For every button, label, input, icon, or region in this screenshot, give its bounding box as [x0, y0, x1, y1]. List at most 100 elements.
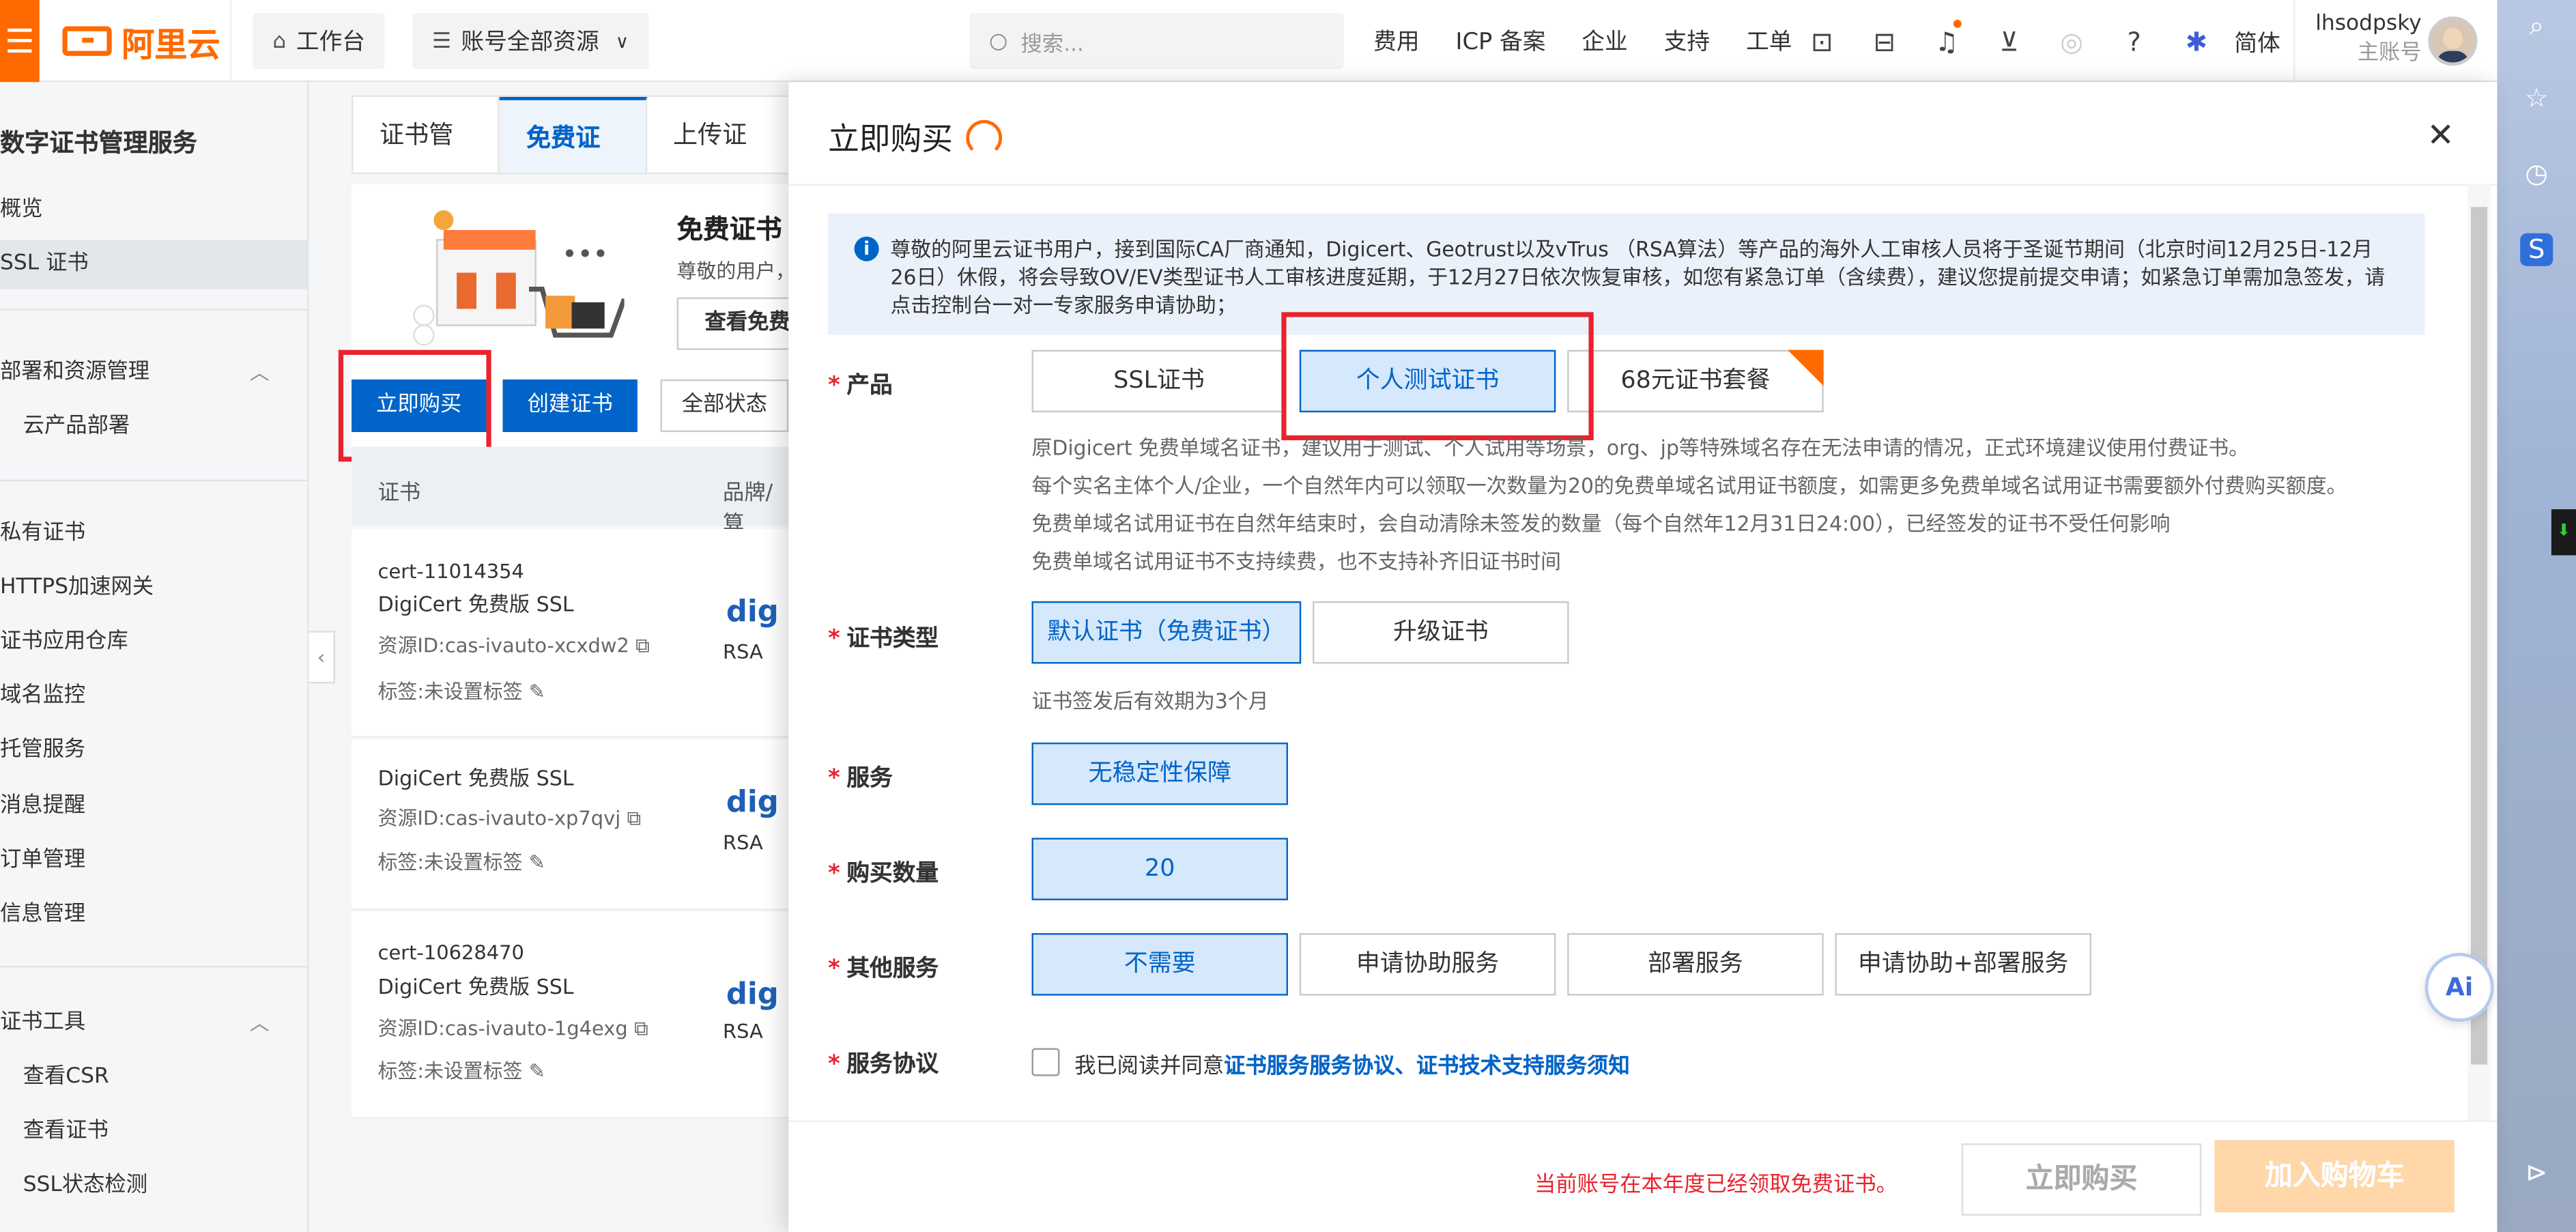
sidebar-item-https-gateway[interactable]: HTTPS加速网关: [0, 564, 309, 613]
other-option-assist[interactable]: 申请协助服务: [1299, 933, 1556, 996]
sidebar-item-view-cert[interactable]: 查看证书: [0, 1107, 309, 1156]
search-input[interactable]: ○ 搜索...: [969, 13, 1344, 70]
service-label: * 服务: [828, 765, 893, 792]
copy-icon[interactable]: ⧉: [634, 1017, 648, 1040]
help-icon[interactable]: ?: [2103, 25, 2165, 57]
language-switch[interactable]: 简体: [2234, 27, 2280, 59]
ai-assistant-icon[interactable]: ✱: [2165, 25, 2227, 57]
workbench-button[interactable]: ⌂ 工作台: [253, 13, 385, 70]
product-hint: 每个实名主体个人/企业，一个自然年内可以领取一次数量为20的免费单域名试用证书额…: [1031, 473, 2347, 498]
star-icon[interactable]: ☆: [2520, 82, 2553, 115]
create-cert-button[interactable]: 创建证书: [502, 379, 638, 433]
sidebar-group-deploy[interactable]: 部署和资源管理 ︿: [0, 348, 309, 397]
add-to-cart-button[interactable]: 加入购物车: [2214, 1140, 2455, 1213]
collapse-sidebar-button[interactable]: ‹: [309, 631, 336, 684]
avatar[interactable]: [2428, 16, 2478, 66]
tab-free-cert[interactable]: 免费证书: [500, 97, 647, 229]
aliyun-logo[interactable]: 阿里云: [62, 16, 220, 66]
digicert-logo: dig: [726, 785, 779, 820]
cart-icon[interactable]: ⊻: [1978, 25, 2040, 57]
new-badge-icon: [1787, 349, 1824, 386]
product-hint: 免费单域名试用证书在自然年结束时，会自动清除未签发的数量（每个自然年12月31日…: [1031, 511, 2171, 536]
nav-ticket[interactable]: 工单: [1746, 25, 1792, 57]
search-icon: ○: [988, 29, 1008, 54]
resource-selector[interactable]: ☰ 账号全部资源 ∨: [412, 13, 649, 70]
nav-support[interactable]: 支持: [1664, 25, 1710, 57]
cert-tag[interactable]: 标签:未设置标签 ✎: [378, 678, 545, 705]
scrollbar-thumb[interactable]: [2470, 207, 2488, 1065]
search-placeholder: 搜索...: [1020, 31, 1084, 57]
search-icon[interactable]: ⌕: [2520, 10, 2553, 42]
product-option-ssl[interactable]: SSL证书: [1031, 349, 1287, 413]
cert-type-option-default[interactable]: 默认证书（免费证书）: [1031, 601, 1302, 664]
cert-type-option-upgrade[interactable]: 升级证书: [1313, 601, 1569, 664]
app-shortcut-icon[interactable]: S: [2520, 233, 2553, 266]
tab-upload-cert[interactable]: 上传证书: [646, 97, 794, 225]
top-bar: ☰ 阿里云 ⌂ 工作台 ☰ 账号全部资源 ∨ ○ 搜索... 费用 ICP 备案 企业 …: [0, 0, 2498, 83]
terminal-icon[interactable]: ⊟: [1853, 25, 1915, 57]
agreement-checkbox[interactable]: [1031, 1048, 1060, 1076]
edit-icon[interactable]: ✎: [529, 1059, 545, 1083]
copy-icon[interactable]: ⧉: [635, 634, 650, 657]
sidebar-item-domain-monitor[interactable]: 域名监控: [0, 672, 309, 721]
table-row: DigiCert 免费版 SSL 资源ID:cas-ivauto-xp7qvj …: [352, 739, 789, 911]
sidebar-group-tools[interactable]: 证书工具 ︿: [0, 999, 309, 1048]
other-option-assist-deploy[interactable]: 申请协助+部署服务: [1835, 933, 2091, 996]
download-icon[interactable]: ⬇: [2551, 509, 2576, 556]
svg-text:•••: •••: [562, 239, 608, 270]
close-icon[interactable]: ✕: [2427, 115, 2455, 154]
product-option-68-package[interactable]: 68元证书套餐: [1567, 349, 1824, 413]
sidebar-item-cert-repo[interactable]: 证书应用仓库: [0, 618, 309, 667]
divider: [229, 0, 232, 83]
agreement-link-support[interactable]: 证书技术支持服务须知: [1416, 1055, 1630, 1079]
bell-icon[interactable]: ♫: [1915, 18, 1977, 57]
sidebar-item-cloud-deploy[interactable]: 云产品部署: [0, 403, 309, 452]
sidebar-item-info[interactable]: 信息管理: [0, 891, 309, 940]
sidebar-item-orders[interactable]: 订单管理: [0, 836, 309, 885]
buy-now-submit-button[interactable]: 立即购买: [1961, 1143, 2202, 1216]
home-icon: ⌂: [272, 29, 287, 54]
tab-cert-manage[interactable]: 证书管理: [353, 97, 500, 225]
bulb-icon[interactable]: ◎: [2040, 25, 2102, 57]
quantity-option[interactable]: 20: [1031, 837, 1289, 900]
digicert-logo-text: dig: [726, 785, 779, 820]
nav-fees[interactable]: 费用: [1373, 25, 1419, 57]
copy-icon[interactable]: ⧉: [627, 807, 641, 830]
app-icon[interactable]: ⊡: [1791, 25, 1853, 57]
expand-icon[interactable]: ⊳: [2520, 1156, 2553, 1189]
logo-mark-icon: [62, 26, 112, 56]
sidebar-item-private-cert[interactable]: 私有证书: [0, 509, 309, 558]
free-cert-title: 免费证书: [676, 213, 782, 245]
other-option-deploy[interactable]: 部署服务: [1567, 933, 1824, 996]
edit-icon[interactable]: ✎: [529, 851, 545, 874]
sidebar-item-hosting[interactable]: 托管服务: [0, 726, 309, 775]
sidebar-item-view-csr[interactable]: 查看CSR: [0, 1053, 309, 1102]
agreement-link-service[interactable]: 证书服务服务协议: [1224, 1055, 1394, 1079]
resource-id: 资源ID:cas-ivauto-1g4exg ⧉: [378, 1015, 648, 1042]
cert-name: DigiCert 免费版 SSL: [377, 765, 574, 790]
user-info[interactable]: lhsodpsky 主账号: [2313, 10, 2422, 69]
nav-icp[interactable]: ICP 备案: [1456, 25, 1546, 57]
headset-icon[interactable]: [966, 119, 1003, 156]
cert-tag[interactable]: 标签:未设置标签 ✎: [378, 1058, 545, 1085]
status-filter-select[interactable]: 全部状态: [660, 379, 789, 433]
menu-icon[interactable]: ☰: [0, 0, 40, 83]
sidebar-item-ssl[interactable]: SSL 证书: [0, 240, 309, 289]
service-option[interactable]: 无稳定性保障: [1031, 742, 1289, 805]
other-option-none[interactable]: 不需要: [1031, 933, 1289, 996]
product-label: * 产品: [828, 373, 893, 399]
divider: [788, 1120, 2498, 1122]
chevron-down-icon: ∨: [615, 30, 629, 52]
sidebar-item-notify[interactable]: 消息提醒: [0, 782, 309, 831]
highlight-box-product: [1281, 312, 1594, 441]
nav-enterprise[interactable]: 企业: [1582, 25, 1627, 57]
sidebar-group-label: 部署和资源管理: [0, 360, 150, 385]
sidebar-item-overview[interactable]: 概览: [0, 186, 309, 235]
cert-tag[interactable]: 标签:未设置标签 ✎: [378, 849, 545, 876]
clock-icon[interactable]: ◷: [2520, 158, 2553, 190]
sidebar-item-ssl-check[interactable]: SSL状态检测: [0, 1162, 309, 1211]
edit-icon[interactable]: ✎: [529, 680, 545, 703]
product-label-text: 产品: [846, 373, 893, 399]
ai-assistant-button[interactable]: Ai: [2424, 952, 2494, 1022]
sidebar: 数字证书管理服务 概览 SSL 证书 部署和资源管理 ︿ 云产品部署 私有证书 H…: [0, 82, 309, 1232]
